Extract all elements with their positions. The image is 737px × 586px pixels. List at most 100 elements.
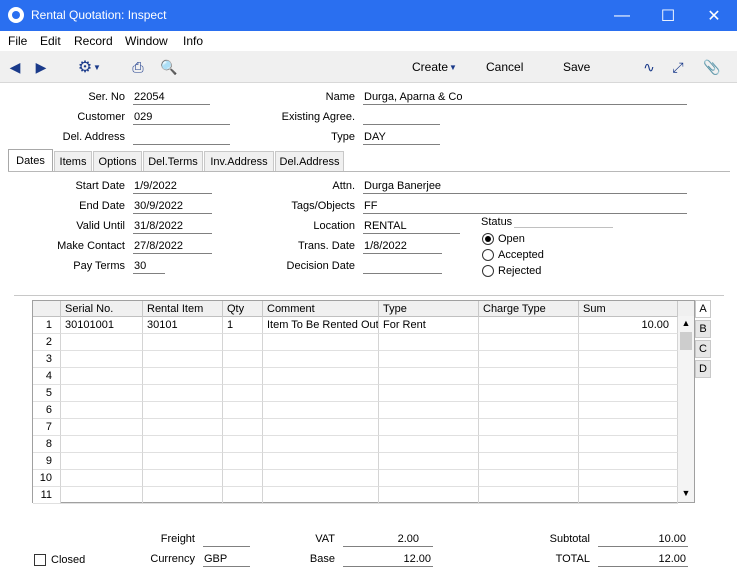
next-icon[interactable]: ▶ [32,58,50,76]
expand-icon[interactable]: ⤢ [669,58,687,76]
tab-del-address[interactable]: Del.Address [275,151,344,171]
attachment-icon[interactable]: 📎 [703,58,721,76]
row-number[interactable]: 1 [33,317,61,334]
del-address-field[interactable] [133,131,230,145]
cell-serial-no[interactable] [61,487,143,504]
column-header-type[interactable]: Type [379,301,479,317]
activity-icon[interactable]: ∿ [640,58,658,76]
cell-comment[interactable] [263,436,379,453]
grid-side-tab-d[interactable]: D [695,360,711,378]
cell-rental-item[interactable] [143,436,223,453]
customer-field[interactable]: 029 [133,111,230,125]
print-preview-icon[interactable]: 🔍 [160,58,178,76]
cancel-button[interactable]: Cancel [486,60,523,74]
cell-serial-no[interactable] [61,351,143,368]
cell-type[interactable] [379,419,479,436]
cell-rental-item[interactable] [143,351,223,368]
cell-comment[interactable] [263,368,379,385]
row-number[interactable]: 6 [33,402,61,419]
cell-qty[interactable] [223,436,263,453]
cell-sum[interactable] [579,453,678,470]
vat-field[interactable]: 2.00 [343,533,433,547]
cell-serial-no[interactable] [61,436,143,453]
subtotal-field[interactable]: 10.00 [598,533,688,547]
cell-qty[interactable] [223,351,263,368]
cell-charge-type[interactable] [479,368,579,385]
cell-serial-no[interactable] [61,453,143,470]
menu-edit[interactable]: Edit [40,34,61,48]
cell-comment[interactable] [263,470,379,487]
cell-charge-type[interactable] [479,436,579,453]
minimize-icon[interactable]: — [599,0,645,31]
cell-comment[interactable] [263,453,379,470]
menu-window[interactable]: Window [125,34,168,48]
base-field[interactable]: 12.00 [343,553,433,567]
status-accepted-radio[interactable] [482,249,494,261]
cell-rental-item[interactable]: 30101 [143,317,223,334]
cell-type[interactable] [379,351,479,368]
currency-field[interactable]: GBP [203,553,250,567]
menu-file[interactable]: File [8,34,27,48]
decision-date-field[interactable] [363,260,442,274]
cell-comment[interactable] [263,385,379,402]
maximize-icon[interactable]: ☐ [645,0,691,31]
cell-charge-type[interactable] [479,385,579,402]
cell-sum[interactable] [579,436,678,453]
cell-rental-item[interactable] [143,385,223,402]
cell-qty[interactable] [223,385,263,402]
cell-charge-type[interactable] [479,334,579,351]
cell-sum[interactable] [579,470,678,487]
previous-icon[interactable]: ◀ [6,58,24,76]
cell-charge-type[interactable] [479,487,579,504]
row-number[interactable]: 3 [33,351,61,368]
status-open-radio[interactable] [482,233,494,245]
cell-qty[interactable] [223,419,263,436]
cell-charge-type[interactable] [479,453,579,470]
menu-info[interactable]: Info [183,34,203,48]
tab-del-terms[interactable]: Del.Terms [143,151,203,171]
cell-type[interactable]: For Rent [379,317,479,334]
cell-charge-type[interactable] [479,419,579,436]
cell-type[interactable] [379,470,479,487]
cell-qty[interactable]: 1 [223,317,263,334]
row-number[interactable]: 4 [33,368,61,385]
end-date-field[interactable]: 30/9/2022 [133,200,212,214]
cell-serial-no[interactable] [61,419,143,436]
status-rejected-radio[interactable] [482,265,494,277]
cell-type[interactable] [379,487,479,504]
cell-charge-type[interactable] [479,402,579,419]
freight-field[interactable] [203,533,250,547]
cell-comment[interactable] [263,334,379,351]
tags-objects-field[interactable]: FF [363,200,687,214]
cell-type[interactable] [379,453,479,470]
row-number[interactable]: 7 [33,419,61,436]
grid-side-tab-b[interactable]: B [695,320,711,338]
row-number[interactable]: 5 [33,385,61,402]
menu-record[interactable]: Record [74,34,113,48]
column-header-qty[interactable]: Qty [223,301,263,317]
cell-serial-no[interactable] [61,402,143,419]
cell-rental-item[interactable] [143,419,223,436]
pay-terms-field[interactable]: 30 [133,260,165,274]
cell-serial-no[interactable] [61,334,143,351]
create-button[interactable]: Create [412,60,448,74]
make-contact-field[interactable]: 27/8/2022 [133,240,212,254]
cell-qty[interactable] [223,402,263,419]
tab-options[interactable]: Options [93,151,142,171]
scroll-thumb[interactable] [680,332,692,350]
cell-comment[interactable] [263,487,379,504]
cell-qty[interactable] [223,453,263,470]
scroll-up-icon[interactable]: ▲ [678,318,694,328]
cell-sum[interactable] [579,419,678,436]
cell-type[interactable] [379,368,479,385]
cell-qty[interactable] [223,368,263,385]
cell-qty[interactable] [223,334,263,351]
cell-sum[interactable] [579,487,678,504]
cell-sum[interactable] [579,385,678,402]
close-icon[interactable]: ✕ [691,0,737,31]
cell-type[interactable] [379,385,479,402]
cell-sum[interactable] [579,334,678,351]
location-field[interactable]: RENTAL [363,220,460,234]
cell-rental-item[interactable] [143,470,223,487]
valid-until-field[interactable]: 31/8/2022 [133,220,212,234]
